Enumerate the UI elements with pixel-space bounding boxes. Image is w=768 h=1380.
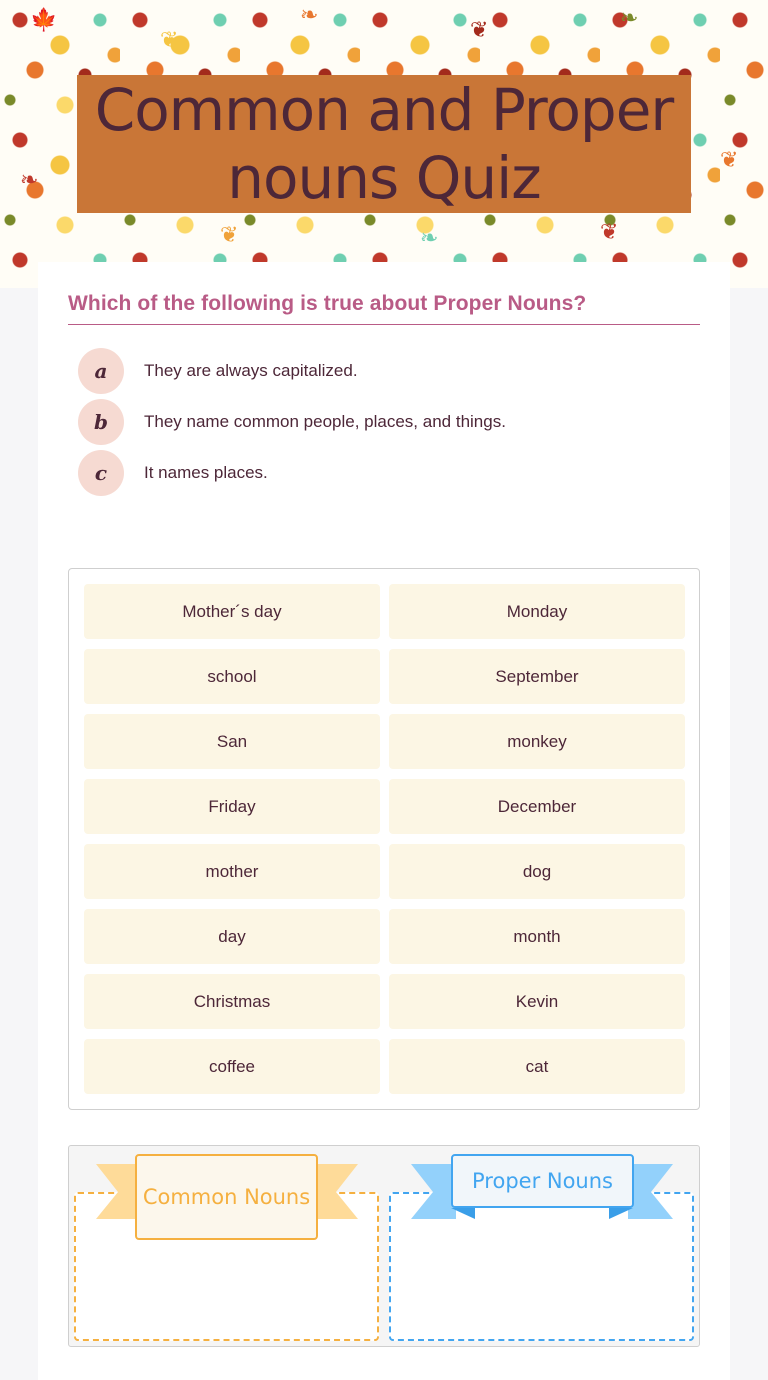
- option-a[interactable]: a They are always capitalized.: [78, 345, 506, 396]
- draggable-word[interactable]: September: [389, 649, 685, 704]
- draggable-word[interactable]: day: [84, 909, 380, 964]
- leaf-icon: ❧: [20, 168, 39, 193]
- page-title: Common and Proper nouns Quiz: [94, 76, 675, 212]
- draggable-word[interactable]: cat: [389, 1039, 685, 1094]
- leaf-icon: ❦: [220, 223, 239, 248]
- option-b[interactable]: b They name common people, places, and t…: [78, 396, 506, 447]
- draggable-word[interactable]: dog: [389, 844, 685, 899]
- option-text: They are always capitalized.: [144, 360, 358, 380]
- draggable-word[interactable]: Kevin: [389, 974, 685, 1029]
- proper-nouns-label: Proper Nouns: [451, 1154, 634, 1208]
- draggable-word[interactable]: school: [84, 649, 380, 704]
- draggable-word[interactable]: mother: [84, 844, 380, 899]
- leaf-icon: ❧: [620, 6, 639, 31]
- option-c[interactable]: c It names places.: [78, 447, 506, 498]
- common-nouns-label: Common Nouns: [135, 1154, 318, 1240]
- draggable-word[interactable]: Friday: [84, 779, 380, 834]
- draggable-word[interactable]: Monday: [389, 584, 685, 639]
- word-bank: Mother´s day Monday school September San…: [68, 568, 700, 1110]
- draggable-word[interactable]: month: [389, 909, 685, 964]
- draggable-word[interactable]: Christmas: [84, 974, 380, 1029]
- sorting-area: Common Nouns Proper Nouns: [68, 1145, 700, 1347]
- leaf-icon: ❧: [420, 226, 439, 251]
- draggable-word[interactable]: coffee: [84, 1039, 380, 1094]
- leaf-icon: ❦: [600, 220, 619, 245]
- option-text: They name common people, places, and thi…: [144, 411, 506, 431]
- option-letter-badge: c: [78, 449, 124, 496]
- title-banner: Common and Proper nouns Quiz: [77, 75, 691, 213]
- leaf-icon: ❦: [720, 148, 739, 173]
- draggable-word[interactable]: monkey: [389, 714, 685, 769]
- question-text: Which of the following is true about Pro…: [68, 292, 700, 325]
- option-letter-badge: a: [78, 347, 124, 394]
- leaf-icon: 🍁: [30, 8, 58, 33]
- draggable-word[interactable]: San: [84, 714, 380, 769]
- answer-options: a They are always capitalized. b They na…: [78, 345, 506, 498]
- option-letter-badge: b: [78, 398, 124, 445]
- leaf-icon: ❧: [300, 3, 319, 28]
- leaf-icon: ❦: [160, 28, 179, 53]
- draggable-word[interactable]: Mother´s day: [84, 584, 380, 639]
- option-text: It names places.: [144, 462, 268, 482]
- draggable-word[interactable]: December: [389, 779, 685, 834]
- leaf-icon: ❦: [470, 18, 489, 43]
